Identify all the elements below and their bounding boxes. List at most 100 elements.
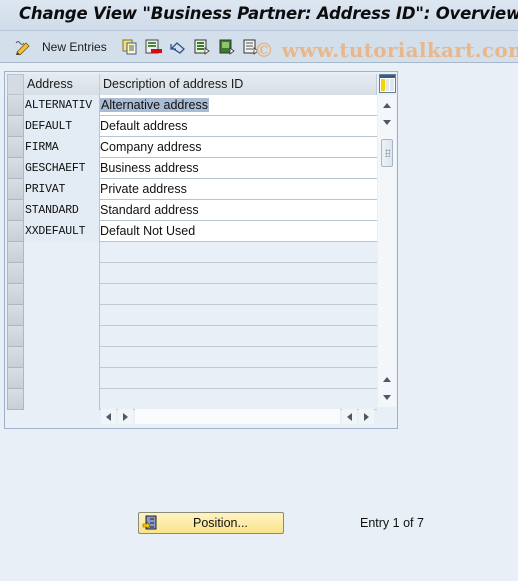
address-cell: PRIVAT [24, 179, 100, 200]
description-text: Business address [100, 161, 199, 175]
address-cell: ALTERNATIV [24, 95, 100, 116]
row-selector[interactable] [7, 368, 24, 389]
description-cell[interactable]: Company address [100, 137, 377, 158]
address-cell[interactable] [24, 368, 100, 389]
select-all-icon[interactable] [194, 39, 210, 55]
scroll-left-button[interactable] [101, 409, 116, 424]
select-all-rows-button[interactable] [7, 74, 24, 95]
entry-count: Entry 1 of 7 [360, 516, 424, 530]
empty-table-row[interactable] [5, 305, 377, 326]
arrow-down-icon [383, 394, 391, 400]
table-row[interactable]: GESCHAEFT Business address [5, 158, 377, 179]
arrow-up-icon [383, 376, 391, 382]
description-cell[interactable]: Default Not Used [100, 221, 377, 242]
empty-table-row[interactable] [5, 263, 377, 284]
row-selector[interactable] [7, 158, 24, 179]
description-cell[interactable]: Standard address [100, 200, 377, 221]
description-cell[interactable] [100, 242, 377, 263]
row-selector[interactable] [7, 389, 24, 410]
position-button[interactable]: Position... [138, 512, 284, 534]
page-down-button[interactable] [379, 389, 395, 405]
empty-table-row[interactable] [5, 389, 377, 410]
empty-table-row[interactable] [5, 368, 377, 389]
table-row[interactable]: STANDARD Standard address [5, 200, 377, 221]
description-cell[interactable] [100, 305, 377, 326]
table-header: Address Description of address ID [5, 74, 377, 95]
row-selector[interactable] [7, 116, 24, 137]
address-cell[interactable] [24, 263, 100, 284]
arrow-left-icon [347, 412, 352, 421]
address-cell: GESCHAEFT [24, 158, 100, 179]
address-cell: FIRMA [24, 137, 100, 158]
scroll-right-button[interactable] [118, 409, 133, 424]
horizontal-scroll-track[interactable] [135, 409, 340, 424]
address-cell[interactable] [24, 389, 100, 410]
row-selector[interactable] [7, 221, 24, 242]
address-cell[interactable] [24, 305, 100, 326]
address-cell: DEFAULT [24, 116, 100, 137]
application-toolbar: New Entries © www.tutorialkart.com [0, 31, 518, 63]
table-row[interactable]: PRIVAT Private address [5, 179, 377, 200]
new-entries-button[interactable]: New Entries [42, 40, 107, 54]
row-selector[interactable] [7, 347, 24, 368]
row-selector[interactable] [7, 95, 24, 116]
row-selector[interactable] [7, 200, 24, 221]
copy-icon[interactable] [122, 39, 138, 55]
scroll-right-end-button[interactable] [359, 409, 374, 424]
description-text: Alternative address [100, 98, 210, 112]
select-block-icon[interactable] [219, 39, 235, 55]
address-cell: XXDEFAULT [24, 221, 100, 242]
watermark-text: © www.tutorialkart.com [254, 38, 518, 62]
arrow-right-icon [364, 412, 369, 421]
empty-table-row[interactable] [5, 347, 377, 368]
table-row[interactable]: FIRMA Company address [5, 137, 377, 158]
empty-table-row[interactable] [5, 242, 377, 263]
edit-pencil-icon[interactable] [14, 39, 32, 56]
description-cell[interactable]: Business address [100, 158, 377, 179]
grip-icon [385, 149, 390, 157]
table-settings-button[interactable] [379, 74, 396, 93]
description-text: Default Not Used [100, 224, 196, 238]
undo-icon[interactable] [170, 39, 186, 55]
scrollbar-thumb[interactable] [381, 139, 393, 167]
description-text: Default address [100, 119, 188, 133]
page-title: Change View "Business Partner: Address I… [19, 4, 518, 23]
page-up-button[interactable] [379, 371, 395, 387]
address-cell[interactable] [24, 326, 100, 347]
description-cell[interactable] [100, 263, 377, 284]
empty-table-row[interactable] [5, 326, 377, 347]
description-cell[interactable]: Default address [100, 116, 377, 137]
scroll-up-button[interactable] [379, 97, 395, 113]
row-selector[interactable] [7, 179, 24, 200]
delete-icon[interactable] [145, 39, 163, 55]
row-selector[interactable] [7, 137, 24, 158]
row-selector[interactable] [7, 326, 24, 347]
scroll-down-button[interactable] [379, 114, 395, 130]
address-cell[interactable] [24, 347, 100, 368]
empty-table-row[interactable] [5, 284, 377, 305]
description-cell[interactable] [100, 326, 377, 347]
arrow-down-icon [383, 119, 391, 125]
row-selector[interactable] [7, 284, 24, 305]
position-icon [142, 515, 158, 534]
row-selector[interactable] [7, 263, 24, 284]
description-cell[interactable] [100, 368, 377, 389]
table-row[interactable]: DEFAULT Default address [5, 116, 377, 137]
table-row[interactable]: ALTERNATIV Alternative address [5, 95, 377, 116]
arrow-left-icon [106, 412, 111, 421]
description-cell[interactable] [100, 347, 377, 368]
description-cell[interactable]: Private address [100, 179, 377, 200]
description-cell[interactable]: Alternative address [100, 95, 377, 116]
column-header-address[interactable]: Address [24, 74, 100, 95]
address-cell[interactable] [24, 242, 100, 263]
vertical-scrollbar[interactable] [378, 95, 396, 407]
description-text: Company address [100, 140, 202, 154]
table-row[interactable]: XXDEFAULT Default Not Used [5, 221, 377, 242]
row-selector[interactable] [7, 242, 24, 263]
column-header-description[interactable]: Description of address ID [100, 74, 377, 95]
scroll-left-end-button[interactable] [342, 409, 357, 424]
row-selector[interactable] [7, 305, 24, 326]
description-cell[interactable] [100, 389, 377, 410]
address-cell[interactable] [24, 284, 100, 305]
description-cell[interactable] [100, 284, 377, 305]
